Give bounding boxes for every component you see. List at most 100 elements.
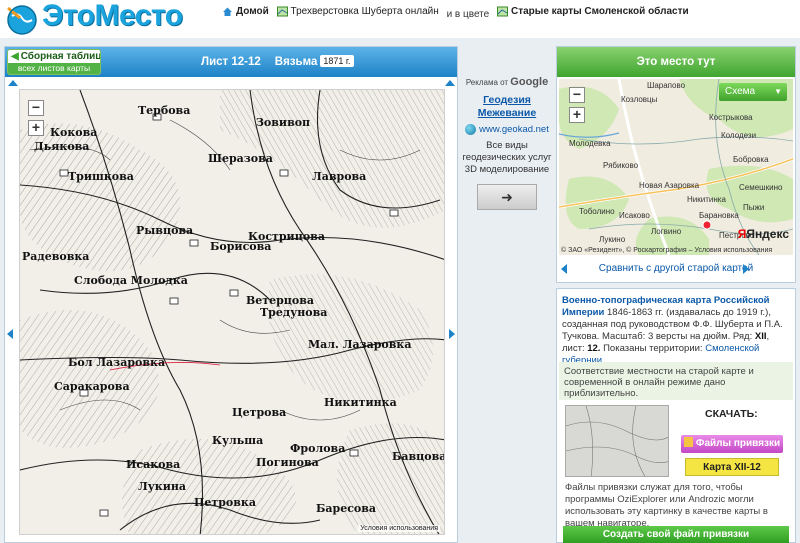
village-label: Лукино bbox=[599, 235, 626, 244]
arrow-left-icon: ◀ bbox=[11, 51, 19, 62]
binding-files-note: Файлы привязки служат для того, чтобы пр… bbox=[565, 482, 768, 529]
zoom-in-button[interactable]: + bbox=[28, 120, 44, 136]
map-label: Фролова bbox=[290, 442, 346, 455]
map-icon bbox=[497, 6, 508, 17]
map-type-select[interactable]: Схема ▼ bbox=[719, 83, 787, 101]
nav-old-maps[interactable]: Старые карты Смоленской области bbox=[497, 6, 689, 17]
map-label: Никитинка bbox=[324, 396, 397, 409]
summary-table-button[interactable]: ◀ Сборная таблица всех листов карты bbox=[7, 49, 101, 75]
pan-up-right-icon[interactable] bbox=[445, 80, 455, 86]
map-thumbnail[interactable] bbox=[565, 405, 669, 477]
village-label: Никитинка bbox=[687, 195, 726, 204]
village-label: Исаково bbox=[619, 211, 650, 220]
modern-zoom-in-button[interactable]: + bbox=[569, 107, 585, 123]
village-label: Новая Азаровка bbox=[639, 181, 700, 190]
map-terms-link[interactable]: Условия использования bbox=[358, 525, 440, 532]
map-label: Цетрова bbox=[232, 406, 287, 419]
arrow-right-icon: ➜ bbox=[501, 189, 513, 205]
ad-go-button[interactable]: ➜ bbox=[477, 184, 537, 210]
compare-link[interactable]: Сравнить с другой старой картой bbox=[557, 263, 795, 274]
village-label: Шарапово bbox=[647, 81, 686, 90]
compare-next-icon[interactable] bbox=[743, 264, 749, 274]
pan-right-icon[interactable] bbox=[449, 329, 455, 339]
nav-home[interactable]: Домой bbox=[222, 6, 269, 17]
village-label: Тоболино bbox=[579, 207, 615, 216]
map-label: Дьякова bbox=[34, 140, 90, 153]
nav-old-maps-link[interactable]: Старые карты Смоленской области bbox=[511, 6, 689, 17]
pan-left-icon[interactable] bbox=[7, 329, 13, 339]
map-label: Кокова bbox=[50, 126, 98, 139]
yandex-map-copyright[interactable]: © ЗАО «Резидент», © Роскартография – Усл… bbox=[561, 247, 772, 254]
modern-map-title: Это место тут bbox=[557, 47, 795, 77]
village-label: Барановка bbox=[699, 211, 739, 220]
yandex-logo: ЯЯндекс bbox=[737, 227, 789, 241]
home-icon bbox=[223, 7, 232, 16]
map-label: Зовивоп bbox=[256, 116, 311, 129]
globe-logo-icon[interactable] bbox=[4, 2, 40, 36]
sheet-number: Лист 12-12 bbox=[201, 56, 261, 68]
download-map-button[interactable]: Карта XII-12 bbox=[685, 458, 779, 476]
nav-home-link[interactable]: Домой bbox=[236, 6, 269, 17]
zoom-out-button[interactable]: − bbox=[28, 100, 44, 116]
map-label: Тредунова bbox=[260, 306, 328, 319]
description-text: Военно-топографическая карта Российской … bbox=[562, 295, 790, 367]
year-badge: 1871 г. bbox=[320, 55, 354, 67]
binding-files-button[interactable]: Файлы привязки bbox=[681, 435, 783, 453]
map-label: Баресова bbox=[316, 502, 377, 515]
site-logo[interactable]: ЭтоМесто bbox=[42, 0, 183, 33]
summary-table-sublabel: всех листов карты bbox=[8, 63, 100, 74]
dropdown-caret-icon: ▼ bbox=[774, 87, 782, 96]
map-label: Кульша bbox=[212, 434, 264, 447]
modern-zoom-out-button[interactable]: − bbox=[569, 87, 585, 103]
download-title: СКАЧАТЬ: bbox=[705, 408, 758, 420]
village-label: Рябиково bbox=[603, 161, 639, 170]
village-label: Молодевка bbox=[569, 139, 611, 148]
header: ЭтоМесто Домой Трехверстовка Шуберта онл… bbox=[0, 0, 800, 38]
accuracy-note: Соответствие местности на старой карте и… bbox=[559, 362, 793, 400]
ad-title-link[interactable]: Геодезия Межевание bbox=[462, 94, 552, 120]
map-label: Петровка bbox=[194, 496, 256, 509]
description-sheet: 12. bbox=[587, 343, 601, 354]
ad-url[interactable]: www.geokad.net bbox=[462, 124, 552, 135]
map-label: Слобода Молодка bbox=[74, 274, 188, 287]
pan-up-left-icon[interactable] bbox=[8, 80, 18, 86]
map-label: Рывцова bbox=[136, 224, 194, 237]
top-nav: Домой Трехверстовка Шуберта онлайн и в ц… bbox=[222, 6, 694, 20]
map-label: Тришкова bbox=[68, 170, 134, 183]
map-label: Мал. Лазаровка bbox=[308, 338, 412, 351]
sheet-title: Лист 12-12 Вязьма 1871 г. bbox=[201, 55, 354, 68]
village-label: Бобровка bbox=[733, 155, 769, 164]
map-label: Погинова bbox=[256, 456, 319, 469]
map-label: Лаврова bbox=[312, 170, 367, 183]
village-label: Кострыкова bbox=[709, 113, 753, 122]
ad-label: Реклама от Google bbox=[465, 76, 549, 88]
ad-block: Реклама от Google Геодезия Межевание www… bbox=[462, 76, 552, 210]
village-label: Пыжи bbox=[743, 203, 765, 212]
old-topographic-map[interactable]: − + Тербова Зовивоп Дьякова Кокова Шераз… bbox=[19, 89, 445, 535]
map-label: Бавцова bbox=[392, 450, 445, 463]
map-label: Лукина bbox=[138, 480, 187, 493]
google-logo: Google bbox=[510, 76, 549, 88]
village-label: Семешкино bbox=[739, 183, 783, 192]
modern-map-panel: Это место тут − + Схема ▼ Шарапово Козло… bbox=[556, 46, 796, 283]
ad-description: Все виды геодезических услуг 3D моделиро… bbox=[462, 140, 552, 175]
map-label: Радевовка bbox=[22, 250, 90, 263]
map-label: Кострицова bbox=[248, 230, 325, 243]
village-label: Колодези bbox=[721, 131, 757, 140]
map-label: Саракарова bbox=[54, 380, 130, 393]
map-label: Шеразова bbox=[208, 152, 273, 165]
create-binding-button[interactable]: Создать свой файл привязки bbox=[563, 526, 789, 543]
nav-color[interactable]: и в цвете bbox=[447, 9, 490, 20]
nav-schubert-link[interactable]: Трехверстовка Шуберта онлайн bbox=[291, 6, 439, 17]
sheet-place: Вязьма bbox=[274, 56, 318, 68]
map-icon bbox=[276, 6, 288, 17]
yandex-map[interactable]: − + Схема ▼ Шарапово Козловцы Кострыкова … bbox=[559, 79, 793, 255]
map-label: Тербова bbox=[138, 104, 191, 117]
nav-color-link[interactable]: и в цвете bbox=[447, 9, 490, 20]
folder-icon bbox=[683, 437, 693, 447]
nav-schubert[interactable]: Трехверстовка Шуберта онлайн bbox=[276, 6, 439, 17]
village-label: Логвино bbox=[651, 227, 682, 236]
village-label: Козловцы bbox=[621, 95, 658, 104]
map-label: Бол Лазаровка bbox=[68, 356, 166, 369]
map-label: Исакова bbox=[126, 458, 181, 471]
